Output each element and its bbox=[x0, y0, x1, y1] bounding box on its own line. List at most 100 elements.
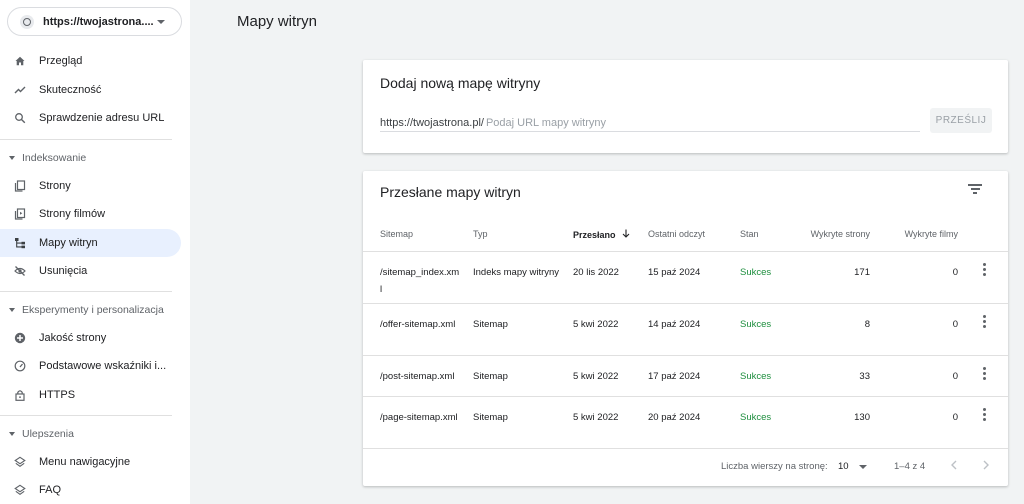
more-vert-icon[interactable] bbox=[982, 263, 986, 278]
cell-last-read: 15 paź 2024 bbox=[648, 267, 701, 278]
more-vert-icon[interactable] bbox=[982, 408, 986, 423]
property-selector[interactable]: https://twojastrona.... bbox=[7, 7, 182, 36]
collapse-icon bbox=[9, 156, 15, 160]
sidebar-item-faq[interactable]: FAQ bbox=[0, 476, 181, 504]
cell-last-read: 14 paź 2024 bbox=[648, 319, 701, 330]
sidebar-item-video-pages[interactable]: Strony filmów bbox=[0, 200, 181, 228]
table-row[interactable]: /page-sitemap.xml Sitemap 5 kwi 2022 20 … bbox=[363, 398, 1008, 449]
add-sitemap-title: Dodaj nową mapę witryny bbox=[380, 75, 541, 91]
sidebar-item-label: FAQ bbox=[39, 484, 62, 496]
collapse-icon bbox=[9, 308, 15, 312]
sidebar-item-label: Mapy witryn bbox=[39, 237, 98, 249]
cell-submitted: 5 kwi 2022 bbox=[573, 371, 619, 382]
trending-icon bbox=[14, 84, 26, 96]
cell-sitemap: /sitemap_index.xml bbox=[380, 267, 460, 295]
sidebar-item-label: Przegląd bbox=[39, 55, 83, 67]
sitemap-icon bbox=[14, 237, 26, 249]
sidebar-item-core-web-vitals[interactable]: Podstawowe wskaźniki i... bbox=[0, 352, 181, 380]
layers-icon bbox=[14, 484, 26, 496]
column-discovered-videos[interactable]: Wykryte filmy bbox=[905, 229, 958, 239]
filter-icon[interactable] bbox=[968, 184, 982, 194]
next-page-icon[interactable] bbox=[982, 458, 990, 473]
column-submitted[interactable]: Przesłano bbox=[573, 229, 630, 240]
gauge-icon bbox=[14, 360, 26, 372]
column-last-read[interactable]: Ostatni odczyt bbox=[648, 229, 705, 239]
cell-discovered-pages: 130 bbox=[854, 412, 870, 423]
sidebar-item-sitemaps[interactable]: Mapy witryn bbox=[0, 229, 181, 257]
section-indexing[interactable]: Indeksowanie bbox=[9, 152, 86, 164]
column-submitted-label: Przesłano bbox=[573, 230, 616, 240]
more-vert-icon[interactable] bbox=[982, 367, 986, 382]
sitemap-url-field: https://twojastrona.pl/ bbox=[380, 115, 920, 132]
submit-sitemap-button[interactable]: PRZEŚLIJ bbox=[930, 108, 992, 133]
cell-discovered-videos: 0 bbox=[952, 412, 958, 423]
cell-sitemap: /page-sitemap.xml bbox=[380, 412, 458, 423]
sidebar-item-label: Usunięcia bbox=[39, 265, 88, 277]
sidebar-item-https[interactable]: HTTPS bbox=[0, 381, 181, 409]
cell-sitemap: /post-sitemap.xml bbox=[380, 371, 455, 382]
property-url: https://twojastrona.... bbox=[43, 15, 154, 28]
collapse-icon bbox=[9, 432, 15, 436]
column-sitemap[interactable]: Sitemap bbox=[380, 229, 413, 239]
cell-sitemap: /offer-sitemap.xml bbox=[380, 319, 456, 330]
sidebar-item-label: Sprawdzenie adresu URL bbox=[39, 112, 165, 124]
sidebar: https://twojastrona.... Przegląd Skutecz… bbox=[0, 0, 190, 504]
search-icon bbox=[14, 112, 26, 124]
sitemap-url-input[interactable] bbox=[485, 117, 886, 129]
column-status[interactable]: Stan bbox=[740, 229, 759, 239]
section-title: Indeksowanie bbox=[22, 152, 87, 164]
rows-per-page-select[interactable]: 10 bbox=[838, 461, 849, 472]
submitted-sitemaps-card: Przesłane mapy witryn Sitemap Typ Przesł… bbox=[363, 171, 1008, 486]
table-row[interactable]: /post-sitemap.xml Sitemap 5 kwi 2022 17 … bbox=[363, 357, 1008, 397]
column-type[interactable]: Typ bbox=[473, 229, 488, 239]
layers-icon bbox=[14, 456, 26, 468]
cell-type: Indeks mapy witryny bbox=[473, 267, 560, 278]
sitemap-url-prefix: https://twojastrona.pl/ bbox=[380, 117, 484, 129]
more-vert-icon[interactable] bbox=[982, 315, 986, 330]
sidebar-item-label: Menu nawigacyjne bbox=[39, 456, 131, 468]
sidebar-item-page-quality[interactable]: Jakość strony bbox=[0, 324, 181, 352]
removals-icon bbox=[14, 265, 26, 277]
divider bbox=[0, 139, 172, 140]
sidebar-item-pages[interactable]: Strony bbox=[0, 172, 181, 200]
sidebar-item-skutecznosc[interactable]: Skuteczność bbox=[0, 76, 181, 104]
table-row[interactable]: /offer-sitemap.xml Sitemap 5 kwi 2022 14… bbox=[363, 305, 1008, 356]
section-experiments[interactable]: Eksperymenty i personalizacja bbox=[9, 304, 164, 316]
divider bbox=[0, 415, 172, 416]
cell-discovered-pages: 33 bbox=[859, 371, 870, 382]
sidebar-item-label: Skuteczność bbox=[39, 84, 102, 96]
cell-discovered-pages: 8 bbox=[864, 319, 870, 330]
cell-type: Sitemap bbox=[473, 319, 508, 330]
sidebar-item-label: Jakość strony bbox=[39, 332, 107, 344]
page-title: Mapy witryn bbox=[237, 13, 318, 30]
cell-discovered-pages: 171 bbox=[854, 267, 870, 278]
chevron-down-icon[interactable] bbox=[859, 465, 867, 469]
cell-last-read: 17 paź 2024 bbox=[648, 371, 701, 382]
home-icon bbox=[14, 55, 26, 67]
cell-discovered-videos: 0 bbox=[952, 371, 958, 382]
submitted-sitemaps-title: Przesłane mapy witryn bbox=[380, 184, 521, 200]
cell-status: Sukces bbox=[740, 371, 772, 382]
add-sitemap-card: Dodaj nową mapę witryny https://twojastr… bbox=[363, 60, 1008, 153]
pagination-range: 1–4 z 4 bbox=[894, 461, 926, 472]
sidebar-item-url-inspection[interactable]: Sprawdzenie adresu URL bbox=[0, 104, 181, 132]
cell-status: Sukces bbox=[740, 412, 772, 423]
column-discovered-pages[interactable]: Wykryte strony bbox=[811, 229, 870, 239]
sidebar-item-label: Podstawowe wskaźniki i... bbox=[39, 360, 167, 372]
cell-type: Sitemap bbox=[473, 412, 508, 423]
sidebar-item-removals[interactable]: Usunięcia bbox=[0, 257, 181, 285]
page-quality-icon bbox=[14, 332, 26, 344]
sidebar-item-przeglad[interactable]: Przegląd bbox=[0, 47, 181, 75]
sidebar-item-breadcrumbs[interactable]: Menu nawigacyjne bbox=[0, 448, 181, 476]
pages-icon bbox=[14, 180, 26, 192]
section-enhancements[interactable]: Ulepszenia bbox=[9, 428, 74, 440]
video-pages-icon bbox=[14, 208, 26, 220]
sidebar-item-label: Strony filmów bbox=[39, 208, 106, 220]
cell-submitted: 5 kwi 2022 bbox=[573, 319, 619, 330]
cell-submitted: 20 lis 2022 bbox=[573, 267, 619, 278]
table-row[interactable]: /sitemap_index.xml Indeks mapy witryny 2… bbox=[363, 253, 1008, 304]
sidebar-item-label: HTTPS bbox=[39, 389, 76, 401]
prev-page-icon[interactable] bbox=[950, 458, 958, 473]
cell-discovered-videos: 0 bbox=[952, 267, 958, 278]
cell-submitted: 5 kwi 2022 bbox=[573, 412, 619, 423]
